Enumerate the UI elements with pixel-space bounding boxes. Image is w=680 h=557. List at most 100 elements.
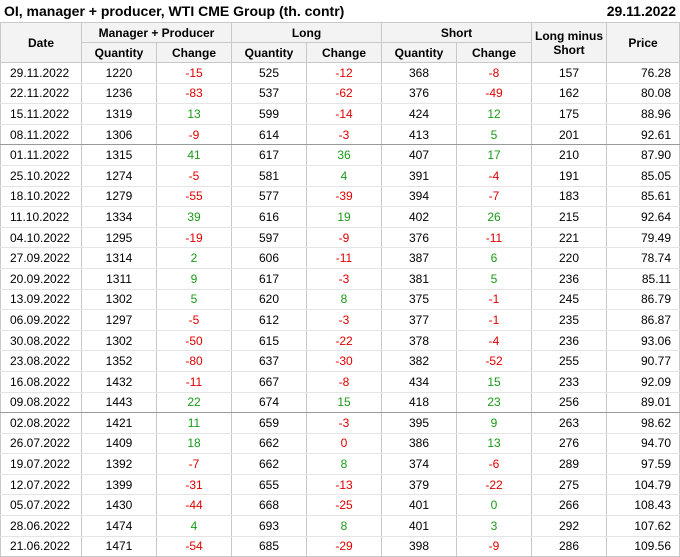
cell-long-quantity: 659 <box>231 412 307 434</box>
cell-date: 18.10.2022 <box>0 186 82 208</box>
cell-date: 01.11.2022 <box>0 144 82 166</box>
cell-price: 78.74 <box>606 247 680 269</box>
table-row: 23.08.2022 1352 -80 637 -30 382 -52 255 90.77 <box>0 350 680 372</box>
header-group-long: Long <box>230 22 383 43</box>
cell-mp-quantity: 1306 <box>81 124 157 146</box>
cell-short-quantity: 401 <box>381 494 458 517</box>
cell-short-change: 5 <box>456 124 533 146</box>
cell-short-change: -8 <box>456 62 533 84</box>
cell-price: 80.08 <box>606 83 680 105</box>
table-row: 08.11.2022 1306 -9 614 -3 413 5 201 92.61 <box>0 124 680 146</box>
table-row: 05.07.2022 1430 -44 668 -25 401 0 266 108.43 <box>0 494 680 517</box>
cell-long-quantity: 685 <box>231 536 307 557</box>
cell-mp-quantity: 1236 <box>81 83 157 105</box>
cell-short-quantity: 375 <box>381 289 458 311</box>
table-row: 01.11.2022 1315 41 617 36 407 17 210 87.90 <box>0 144 680 166</box>
cell-short-quantity: 368 <box>381 62 458 84</box>
cell-mp-change: -5 <box>156 309 232 331</box>
cell-short-quantity: 391 <box>381 165 458 187</box>
cell-mp-quantity: 1474 <box>81 515 157 537</box>
cell-date: 09.08.2022 <box>0 392 82 414</box>
cell-price: 97.59 <box>606 453 680 475</box>
cell-date: 05.07.2022 <box>0 494 82 517</box>
cell-mp-change: -9 <box>156 124 232 146</box>
table-row: 26.07.2022 1409 18 662 0 386 13 276 94.70 <box>0 433 680 455</box>
cell-mp-quantity: 1220 <box>81 62 157 84</box>
cell-long-quantity: 615 <box>231 330 307 352</box>
cell-long-minus-short: 266 <box>531 494 608 517</box>
table-row: 02.08.2022 1421 11 659 -3 395 9 263 98.62 <box>0 412 680 434</box>
cell-long-minus-short: 245 <box>531 289 608 311</box>
cell-long-quantity: 597 <box>231 227 307 249</box>
cell-price: 90.77 <box>606 350 680 372</box>
cell-date: 06.09.2022 <box>0 309 82 331</box>
cell-long-minus-short: 275 <box>531 474 608 496</box>
cell-price: 86.87 <box>606 309 680 331</box>
header-long-minus-short: Long minus Short <box>531 22 608 63</box>
cell-mp-quantity: 1471 <box>81 536 157 557</box>
cell-short-change: -52 <box>456 350 533 372</box>
cell-short-quantity: 379 <box>381 474 458 496</box>
cell-price: 98.62 <box>606 412 680 434</box>
table-row: 20.09.2022 1311 9 617 -3 381 5 236 85.11 <box>0 268 680 290</box>
cell-mp-quantity: 1421 <box>81 412 157 434</box>
cell-date: 30.08.2022 <box>0 330 82 352</box>
cell-price: 108.43 <box>606 494 680 517</box>
cell-short-change: -4 <box>456 165 533 187</box>
cell-long-minus-short: 215 <box>531 206 608 228</box>
cell-long-minus-short: 175 <box>531 103 608 125</box>
report-title: OI, manager + producer, WTI CME Group (t… <box>4 3 345 19</box>
cell-mp-quantity: 1302 <box>81 289 157 311</box>
cell-price: 88.96 <box>606 103 680 125</box>
cell-short-change: 6 <box>456 247 533 269</box>
cell-mp-change: -50 <box>156 330 232 352</box>
cell-long-quantity: 606 <box>231 247 307 269</box>
cell-long-minus-short: 220 <box>531 247 608 269</box>
cell-long-change: -22 <box>305 330 383 352</box>
cell-long-quantity: 617 <box>231 144 307 166</box>
cell-price: 107.62 <box>606 515 680 537</box>
cell-short-quantity: 374 <box>381 453 458 475</box>
cell-short-quantity: 418 <box>381 392 458 414</box>
cell-long-minus-short: 255 <box>531 350 608 372</box>
header-date: Date <box>0 22 82 63</box>
cell-short-change: 26 <box>456 206 533 228</box>
table-row: 29.11.2022 1220 -15 525 -12 368 -8 157 76.28 <box>0 62 680 84</box>
cell-price: 87.90 <box>606 144 680 166</box>
header-long-quantity: Quantity <box>231 42 307 63</box>
cell-short-quantity: 424 <box>381 103 458 125</box>
table-row: 18.10.2022 1279 -55 577 -39 394 -7 183 85.61 <box>0 186 680 208</box>
cell-short-quantity: 413 <box>381 124 458 146</box>
cell-mp-quantity: 1399 <box>81 474 157 496</box>
table-row: 28.06.2022 1474 4 693 8 401 3 292 107.62 <box>0 515 680 537</box>
cell-long-minus-short: 162 <box>531 83 608 105</box>
cell-mp-change: -19 <box>156 227 232 249</box>
cell-long-minus-short: 221 <box>531 227 608 249</box>
cell-mp-change: -5 <box>156 165 232 187</box>
cell-long-quantity: 537 <box>231 83 307 105</box>
cell-long-minus-short: 210 <box>531 144 608 166</box>
cell-long-minus-short: 236 <box>531 330 608 352</box>
cell-long-minus-short: 256 <box>531 392 608 414</box>
cell-short-quantity: 395 <box>381 412 458 434</box>
cell-short-change: -1 <box>456 309 533 331</box>
cell-price: 93.06 <box>606 330 680 352</box>
cell-long-change: 0 <box>305 433 383 455</box>
cell-long-change: 19 <box>305 206 383 228</box>
cell-long-quantity: 612 <box>231 309 307 331</box>
cell-long-change: -12 <box>305 62 383 84</box>
table-row: 30.08.2022 1302 -50 615 -22 378 -4 236 93.06 <box>0 330 680 352</box>
cell-mp-change: -44 <box>156 494 232 517</box>
table-row: 09.08.2022 1443 22 674 15 418 23 256 89.01 <box>0 392 680 414</box>
cell-mp-quantity: 1314 <box>81 247 157 269</box>
cell-mp-quantity: 1392 <box>81 453 157 475</box>
cell-short-change: -11 <box>456 227 533 249</box>
cell-short-change: 15 <box>456 371 533 393</box>
cell-date: 23.08.2022 <box>0 350 82 372</box>
cell-short-quantity: 401 <box>381 515 458 537</box>
cell-short-quantity: 376 <box>381 227 458 249</box>
cell-mp-change: -54 <box>156 536 232 557</box>
cell-mp-change: 39 <box>156 206 232 228</box>
cell-date: 12.07.2022 <box>0 474 82 496</box>
cell-short-quantity: 387 <box>381 247 458 269</box>
